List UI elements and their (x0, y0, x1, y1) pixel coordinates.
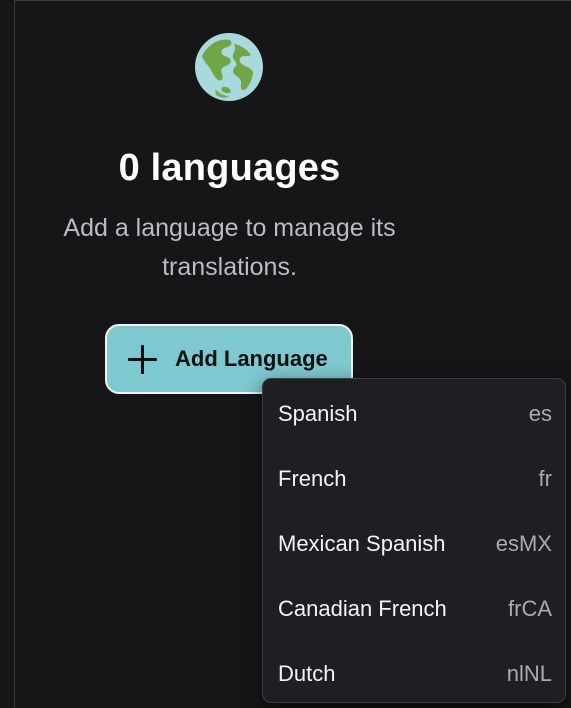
language-code: nlNL (506, 660, 552, 686)
empty-state: 0 languages Add a language to manage its… (15, 1, 444, 421)
menu-item-mexican-spanish[interactable]: Mexican Spanish esMX (263, 511, 565, 576)
language-name: Mexican Spanish (278, 530, 446, 556)
language-code: es (528, 400, 552, 426)
menu-item-spanish[interactable]: Spanish es (263, 381, 565, 446)
language-name: Canadian French (278, 595, 447, 621)
add-language-label: Add Language (175, 346, 328, 371)
language-code: fr (538, 465, 552, 491)
page-title: 0 languages (118, 147, 341, 189)
language-code: esMX (495, 530, 552, 556)
language-code: frCA (508, 595, 552, 621)
language-name: French (278, 465, 347, 491)
language-name: Spanish (278, 400, 358, 426)
language-dropdown-menu: Spanish es French fr Mexican Spanish esM… (262, 378, 566, 703)
globe-icon (195, 33, 263, 101)
empty-state-description: Add a language to manage its translation… (63, 214, 396, 281)
menu-item-canadian-french[interactable]: Canadian French frCA (263, 576, 565, 641)
language-name: Dutch (278, 660, 336, 686)
plus-icon (127, 344, 157, 374)
menu-item-french[interactable]: French fr (263, 446, 565, 511)
menu-item-dutch[interactable]: Dutch nlNL (263, 641, 565, 706)
